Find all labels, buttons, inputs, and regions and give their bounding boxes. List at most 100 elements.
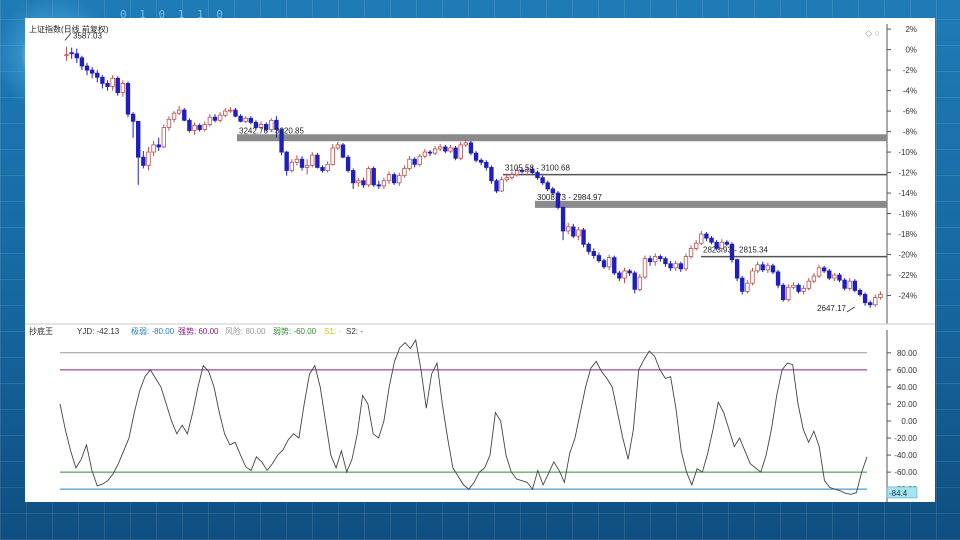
- price-annotation: 2823.93 - 2815.34: [703, 245, 768, 254]
- chart-panel: 2% 0% -2% -4% -6% -8% -10% -12% -14% -16% -18% -20%…: [25, 18, 935, 502]
- candle-down: [340, 144, 346, 158]
- candle-down: [857, 289, 863, 295]
- candle-up: [755, 264, 760, 272]
- candle-up: [693, 242, 699, 249]
- candle-down: [821, 267, 827, 272]
- candle-up: [458, 144, 463, 159]
- candle-down: [427, 151, 433, 154]
- candle-down: [724, 241, 730, 245]
- candle-down: [540, 177, 545, 184]
- candle-up: [407, 158, 412, 169]
- candle-down: [284, 151, 289, 171]
- candle-up: [171, 112, 177, 120]
- candle-up: [366, 168, 371, 186]
- price-annotation: 3008.73 - 2984.97: [537, 193, 602, 202]
- candle-down: [187, 119, 192, 131]
- candle-up: [228, 109, 233, 112]
- candle-down: [591, 251, 596, 256]
- price-axis-tick-label: -22%: [898, 271, 917, 280]
- candle-down: [473, 152, 479, 161]
- candle-down: [617, 272, 622, 279]
- price-axis-tick-label: -12%: [898, 169, 917, 178]
- price-axis-tick-label: -6%: [903, 107, 917, 116]
- candle-up: [381, 180, 387, 187]
- candle-up: [330, 147, 335, 165]
- candle-down: [535, 172, 540, 179]
- candle-down: [852, 280, 858, 291]
- oscillator-legend-entry: S2: -: [346, 327, 363, 336]
- candle-down: [315, 154, 320, 168]
- candle-up: [832, 274, 837, 279]
- candle-up: [335, 144, 341, 149]
- candle-up: [750, 270, 755, 284]
- candle-down: [484, 161, 489, 168]
- candle-up: [64, 54, 69, 57]
- candle-up: [289, 161, 294, 171]
- price-axis-tick-label: -4%: [903, 87, 917, 96]
- oscillator-legend-entry: 弱势: -60.00: [273, 326, 317, 336]
- candle-down: [130, 113, 136, 122]
- candle-up: [811, 275, 817, 282]
- candle-down: [238, 115, 243, 122]
- candle-up: [801, 287, 806, 292]
- candle-down: [489, 167, 494, 182]
- candle-up: [438, 146, 443, 150]
- candle-down: [345, 156, 351, 171]
- candle-down: [862, 294, 868, 304]
- candle-down: [627, 270, 632, 274]
- candle-down: [95, 72, 100, 78]
- candle-up: [653, 256, 658, 263]
- oscillator-axis-tick-label: 40.00: [897, 383, 918, 392]
- oscillator-legend-entry: 强势: 60.00: [178, 326, 219, 336]
- candle-down: [780, 284, 786, 301]
- candle-down: [233, 109, 238, 117]
- candle-up: [622, 270, 627, 279]
- oscillator-legend-entry: S1: -: [324, 327, 341, 336]
- oscillator-line: [59, 338, 868, 495]
- candle-up: [847, 280, 852, 289]
- candle-down: [658, 256, 663, 260]
- candle-up: [816, 267, 822, 277]
- candle-up: [786, 286, 791, 301]
- candle-up: [509, 174, 515, 179]
- price-axis-tick-label: -20%: [898, 251, 917, 260]
- candle-down: [612, 257, 617, 274]
- candle-down: [79, 57, 85, 67]
- candle-up: [223, 110, 228, 116]
- candle-down: [709, 237, 714, 243]
- oscillator-axis-tick-label: 80.00: [897, 349, 918, 358]
- candle-up: [192, 125, 197, 131]
- candle-down: [84, 65, 90, 71]
- candle-down: [453, 147, 458, 159]
- candle-up: [765, 265, 771, 271]
- candle-up: [642, 258, 648, 278]
- candle-down: [156, 144, 161, 148]
- oscillator-axis-tick-label: -40.00: [894, 451, 917, 460]
- candle-up: [166, 118, 172, 128]
- candle-down: [320, 167, 325, 171]
- candle-up: [176, 109, 182, 114]
- candle-down: [391, 174, 397, 184]
- candle-down: [212, 116, 218, 121]
- price-annotation: 3105.58 - 3100.68: [505, 164, 570, 173]
- candle-up: [146, 151, 151, 166]
- candle-down: [468, 142, 474, 154]
- candle-down: [571, 226, 576, 237]
- candle-down: [837, 274, 842, 281]
- candle-down: [351, 170, 356, 184]
- candle-up: [699, 233, 704, 244]
- price-axis-tick-label: -16%: [898, 210, 917, 219]
- candle-down: [248, 117, 254, 123]
- price-axis-tick-label: -14%: [898, 189, 917, 198]
- price-annotation: 2647.17: [817, 304, 846, 313]
- candle-down: [601, 260, 607, 268]
- candle-down: [796, 284, 801, 292]
- candle-up: [504, 177, 509, 181]
- candle-up: [745, 282, 750, 292]
- candle-up: [151, 144, 156, 153]
- candle-up: [243, 117, 248, 122]
- candle-down: [842, 279, 847, 289]
- candle-down: [182, 109, 187, 121]
- candle-down: [775, 271, 781, 286]
- candle-down: [678, 263, 684, 270]
